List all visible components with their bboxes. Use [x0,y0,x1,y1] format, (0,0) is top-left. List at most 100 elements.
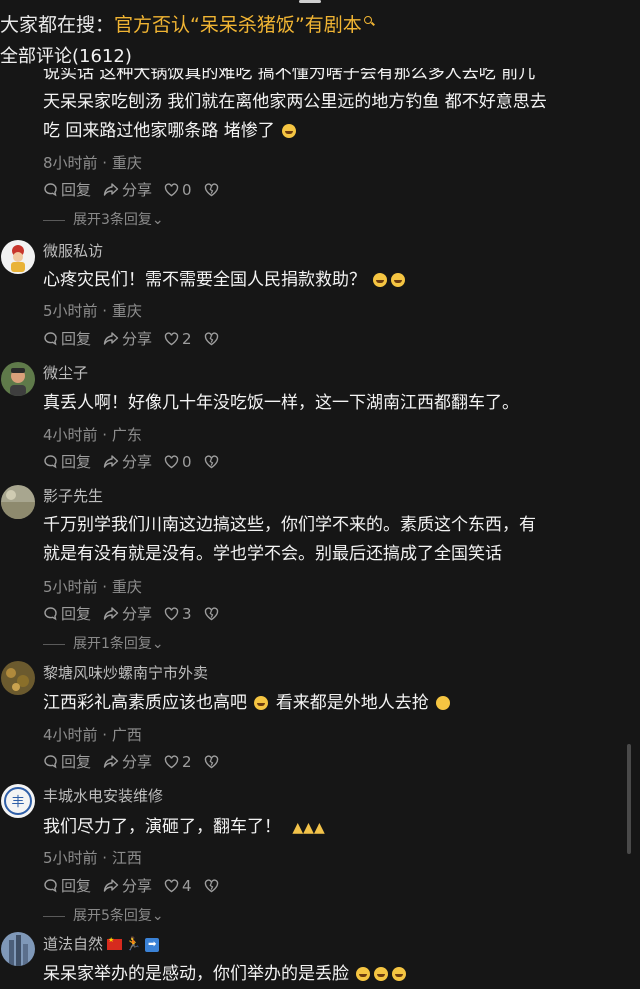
heart-icon [164,331,179,345]
scrollbar-thumb[interactable] [627,744,631,854]
reply-icon [44,879,57,893]
comment-text: 看来都是外地人去抢 [275,693,429,713]
reply-button[interactable]: 回复 [43,603,91,624]
comment-time-location: 5小时前 · 重庆 [43,302,142,320]
broken-heart-icon [204,878,218,892]
share-label: 分享 [122,605,153,623]
comment-username[interactable]: 黎塘风味炒螺南宁市外卖 [43,662,208,683]
divider [43,219,65,221]
like-button[interactable]: 0 [164,453,192,471]
drag-handle[interactable] [299,0,321,3]
dislike-button[interactable] [204,182,222,197]
search-icon[interactable] [363,16,374,26]
trending-search-prefix: 大家都在搜： [0,14,115,36]
expand-replies-button[interactable]: 展开1条回复⌄ [43,633,164,653]
chevron-down-icon: ⌄ [151,636,164,652]
share-label: 分享 [122,753,153,771]
expand-replies-label: 展开3条回复 [73,212,152,228]
reply-button[interactable]: 回复 [43,179,91,200]
dislike-button[interactable] [204,878,222,893]
laughing-tears-emoji-icon [374,967,389,981]
expand-replies-button[interactable]: 展开5条回复⌄ [43,905,164,925]
comment-username[interactable]: 丰城水电安装维修 [43,785,163,806]
share-label: 分享 [122,181,153,199]
comment-time-location: 4小时前 · 广西 [43,726,142,744]
expand-replies-button[interactable]: 展开3条回复⌄ [43,209,164,229]
reply-icon [44,607,57,621]
comment-username[interactable]: 微尘子 [43,362,88,383]
laughing-tears-emoji-icon [392,967,407,981]
reply-label: 回复 [61,181,92,199]
comment-text-line: 我们尽力了，演砸了，翻车了！ ▲▲▲ [43,812,325,843]
share-button[interactable]: 分享 [103,179,152,200]
comment-text: 心疼灾民们！需不需要全国人民捐款救助？ [43,270,366,290]
dislike-button[interactable] [204,754,222,769]
reply-button[interactable]: 回复 [43,328,91,349]
comment-text-line: 天呆呆家吃刨汤 我们就在离他家两公里远的地方钓鱼 都不好意思去 [43,92,547,112]
comment-actions: 回复 分享 2 [43,328,234,349]
like-button[interactable]: 2 [164,753,192,771]
comment-actions: 回复 分享 2 [43,751,234,772]
comment-text: 吃 回来路过他家哪条路 堵惨了 [43,121,275,141]
like-button[interactable]: 4 [164,877,192,895]
praying-hands-emoji-icon: ▲▲▲ [292,820,325,836]
comment-actions: 回复 分享 0 [43,451,234,472]
running-person-emoji-icon: 🏃 [125,937,142,952]
like-button[interactable]: 2 [164,330,192,348]
comment-text-line: 就是有没有就是没有。学也学不会。别最后还搞成了全国笑话 [43,544,502,564]
share-button[interactable]: 分享 [103,451,152,472]
comment-text-line: 心疼灾民们！需不需要全国人民捐款救助？ [43,265,407,295]
comment-actions: 回复 分享 4 [43,875,234,896]
share-button[interactable]: 分享 [103,328,152,349]
comment-text: 呆呆家举办的是感动，你们举办的是丢脸 [43,964,349,984]
comment-time-location: 5小时前 · 重庆 [43,578,142,596]
laughing-tears-emoji-icon [391,273,406,287]
dislike-button[interactable] [204,454,222,469]
chevron-down-icon: ⌄ [151,908,164,924]
comment-text: 江西彩礼高素质应该也高吧 [43,693,247,713]
reply-button[interactable]: 回复 [43,451,91,472]
share-button[interactable]: 分享 [103,875,152,896]
comment-username[interactable]: 微服私访 [43,240,103,261]
share-icon [103,607,119,620]
broken-heart-icon [204,754,218,768]
share-icon [103,755,119,768]
heart-icon [164,606,179,620]
trending-search-term[interactable]: 官方否认“呆呆杀猪饭”有剧本 [114,14,362,36]
reply-icon [44,455,57,469]
reply-button[interactable]: 回复 [43,875,91,896]
avatar[interactable] [1,932,35,966]
broken-heart-icon [204,606,218,620]
right-arrow-emoji-icon: ➡ [145,937,160,952]
like-button[interactable]: 0 [164,181,192,199]
share-icon [103,455,119,468]
avatar[interactable] [1,362,35,396]
avatar[interactable] [1,485,35,519]
broken-heart-icon [204,454,218,468]
like-button[interactable]: 3 [164,605,192,623]
comments-count-title: 全部评论(1612) [0,46,132,67]
dislike-button[interactable] [204,606,222,621]
trending-search-bar[interactable]: 大家都在搜：官方否认“呆呆杀猪饭”有剧本 [0,10,374,37]
comment-text-line: 呆呆家举办的是感动，你们举办的是丢脸 [43,959,408,989]
reply-button[interactable]: 回复 [43,751,91,772]
comment-actions: 回复 分享 3 [43,603,234,624]
share-button[interactable]: 分享 [103,751,152,772]
comment-text-line: 千万别学我们川南这边搞这些，你们学不来的。素质这个东西，有 [43,515,536,535]
avatar[interactable] [1,661,35,695]
laughing-tears-emoji-icon [356,967,371,981]
comment-username[interactable]: 影子先生 [43,485,103,506]
comment-text-line: 吃 回来路过他家哪条路 堵惨了 [43,116,298,146]
dislike-button[interactable] [204,331,222,346]
comment-username[interactable]: 道法自然 🏃➡ [43,933,160,954]
like-count: 3 [182,604,192,623]
expand-replies-label: 展开5条回复 [73,908,152,924]
avatar[interactable]: 丰 [1,784,35,818]
reply-icon [44,183,57,197]
comment-username-text: 道法自然 [43,935,104,953]
reply-label: 回复 [61,605,92,623]
heart-icon [164,182,179,196]
avatar[interactable] [1,240,35,274]
chevron-down-icon: ⌄ [151,212,164,228]
share-button[interactable]: 分享 [103,603,152,624]
